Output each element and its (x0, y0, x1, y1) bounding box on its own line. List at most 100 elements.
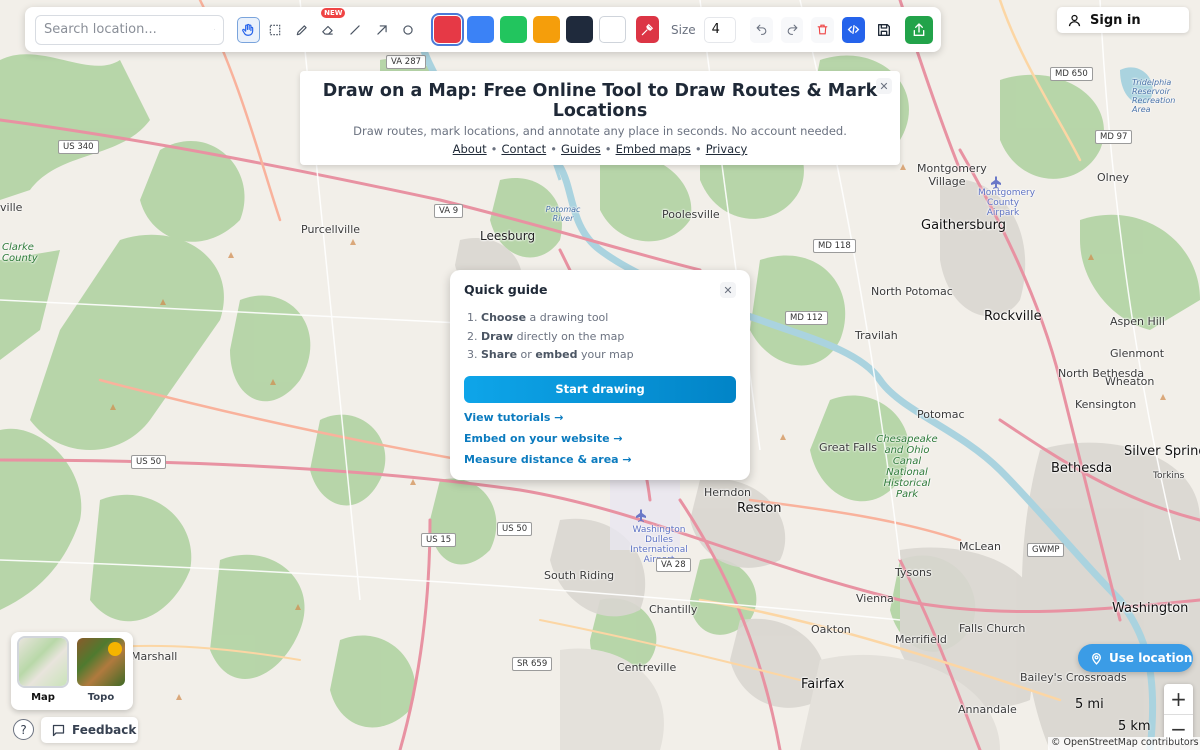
map-label-washington: Washington (1112, 601, 1189, 616)
embed-website-link[interactable]: Embed on your website → (464, 432, 736, 445)
embed-maps-link[interactable]: Embed maps (616, 142, 691, 156)
eraser-tool-button[interactable]: NEW (317, 7, 346, 43)
map-label-baileys-crossroads: Bailey's Crossroads (1020, 671, 1127, 684)
pencil-tool-button[interactable] (290, 17, 313, 43)
map-label-tysons: Tysons (895, 566, 932, 579)
map-label-herndon: Herndon (704, 486, 752, 499)
question-icon: ? (20, 722, 27, 737)
road-shield-va9: VA 9 (434, 204, 464, 218)
map-label-great-falls: Great Falls (819, 441, 878, 454)
layer-option-map[interactable]: Map (17, 636, 69, 704)
hand-icon (242, 23, 254, 36)
close-icon: ✕ (723, 283, 733, 297)
road-shield-us15: US 15 (421, 533, 457, 547)
close-guide-button[interactable]: ✕ (720, 282, 736, 298)
map-label-cando-canal: Chesapeake and Ohio Canal National Histo… (876, 434, 938, 500)
road-shield-md650: MD 650 (1050, 67, 1093, 81)
measure-distance-link[interactable]: Measure distance & area → (464, 453, 736, 466)
sign-in-button[interactable]: Sign in (1057, 7, 1189, 33)
guide-steps: 1. Choose a drawing tool 2. Draw directl… (464, 309, 736, 365)
drawing-toolbar: NEW Size 4 (25, 7, 941, 52)
map-label-kensington: Kensington (1075, 398, 1137, 411)
size-label: Size (671, 22, 696, 37)
road-shield-md97: MD 97 (1095, 130, 1133, 144)
color-swatch-white[interactable] (598, 16, 626, 43)
map-label-torkins: Torkins (1153, 471, 1185, 481)
map-label-potomac: Potomac (917, 408, 965, 421)
map-label-olney: Olney (1097, 171, 1129, 184)
road-shield-sr659: SR 659 (512, 657, 553, 671)
layer-switcher: Map Topo (11, 632, 133, 710)
map-label-fairfax: Fairfax (801, 677, 845, 692)
zoom-in-button[interactable]: + (1164, 684, 1193, 715)
guides-link[interactable]: Guides (561, 142, 601, 156)
undo-icon (756, 24, 767, 35)
guide-step-1: 1. Choose a drawing tool (467, 311, 609, 324)
pan-tool-button[interactable] (237, 16, 260, 43)
road-shield-va28: VA 28 (656, 558, 691, 572)
embed-button[interactable] (841, 16, 865, 43)
map-layer-thumbnail (17, 636, 69, 688)
circle-icon (403, 24, 413, 35)
road-shield-us340: US 340 (58, 140, 99, 154)
help-button[interactable]: ? (13, 719, 34, 740)
map-label-glenmont: Glenmont (1110, 347, 1165, 360)
search-icon[interactable] (214, 24, 215, 35)
redo-button[interactable] (780, 16, 804, 43)
eyedropper-icon (642, 23, 654, 35)
save-button[interactable] (872, 16, 896, 43)
line-tool-button[interactable] (344, 17, 367, 43)
circle-tool-button[interactable] (397, 17, 420, 43)
map-label-vienna: Vienna (856, 592, 894, 605)
layer-option-topo[interactable]: Topo (76, 638, 126, 704)
map-label-bethesda: Bethesda (1051, 461, 1113, 476)
scale-km: 5 km (1118, 719, 1151, 734)
map-label-reston: Reston (737, 501, 782, 516)
map-label-travilah: Travilah (855, 329, 898, 342)
delete-button[interactable] (811, 16, 834, 43)
color-swatch-green[interactable] (499, 16, 527, 43)
line-icon (350, 24, 360, 35)
guide-step-2: 2. Draw directly on the map (467, 329, 625, 343)
map-label-ville: ville (0, 201, 23, 214)
close-banner-button[interactable]: ✕ (876, 78, 892, 94)
map-label-north-bethesda: North Bethesda (1058, 367, 1145, 380)
color-swatch-red[interactable] (430, 13, 464, 46)
page-subtitle: Draw routes, mark locations, and annotat… (353, 124, 847, 138)
map-label-montgomery-airpark: Montgomery County Airpark (978, 188, 1036, 218)
map-attribution[interactable]: © OpenStreetMap contributors (1048, 737, 1200, 750)
share-button[interactable] (905, 15, 934, 44)
feedback-button[interactable]: Feedback (41, 717, 138, 743)
size-input[interactable]: 4 (703, 16, 737, 43)
privacy-link[interactable]: Privacy (706, 142, 748, 156)
color-swatch-navy[interactable] (565, 16, 593, 43)
map-label-aspen-hill: Aspen Hill (1110, 315, 1165, 328)
intro-banner: Draw on a Map: Free Online Tool to Draw … (300, 71, 900, 165)
color-swatch-orange[interactable] (532, 16, 560, 43)
start-drawing-button[interactable]: Start drawing (464, 375, 736, 403)
road-shield-us50-west: US 50 (131, 455, 167, 469)
view-tutorials-link[interactable]: View tutorials → (464, 411, 736, 424)
redo-icon (787, 24, 798, 35)
color-swatch-blue[interactable] (466, 16, 494, 43)
map-label-montgomery-village: Montgomery Village (917, 162, 987, 188)
pencil-icon (296, 24, 307, 35)
quick-guide-title: Quick guide (464, 282, 548, 297)
arrow-tool-button[interactable] (370, 17, 393, 43)
page-title: Draw on a Map: Free Online Tool to Draw … (322, 81, 878, 121)
search-input[interactable] (44, 22, 214, 37)
map-label-north-potomac: North Potomac (871, 285, 953, 298)
scale-miles: 5 mi (1075, 697, 1104, 712)
use-location-button[interactable]: Use location (1078, 644, 1193, 672)
about-link[interactable]: About (453, 142, 487, 156)
custom-color-picker-button[interactable] (635, 16, 660, 43)
arrow-icon (376, 24, 387, 35)
search-box (35, 14, 224, 45)
map-label-merrifield: Merrifield (895, 633, 947, 646)
select-tool-button[interactable] (264, 17, 287, 43)
footer-links: About • Contact • Guides • Embed maps • Privacy (452, 142, 748, 156)
selection-box-icon (269, 24, 281, 35)
undo-button[interactable] (750, 16, 773, 43)
contact-link[interactable]: Contact (501, 142, 546, 156)
feedback-label: Feedback (72, 723, 137, 737)
